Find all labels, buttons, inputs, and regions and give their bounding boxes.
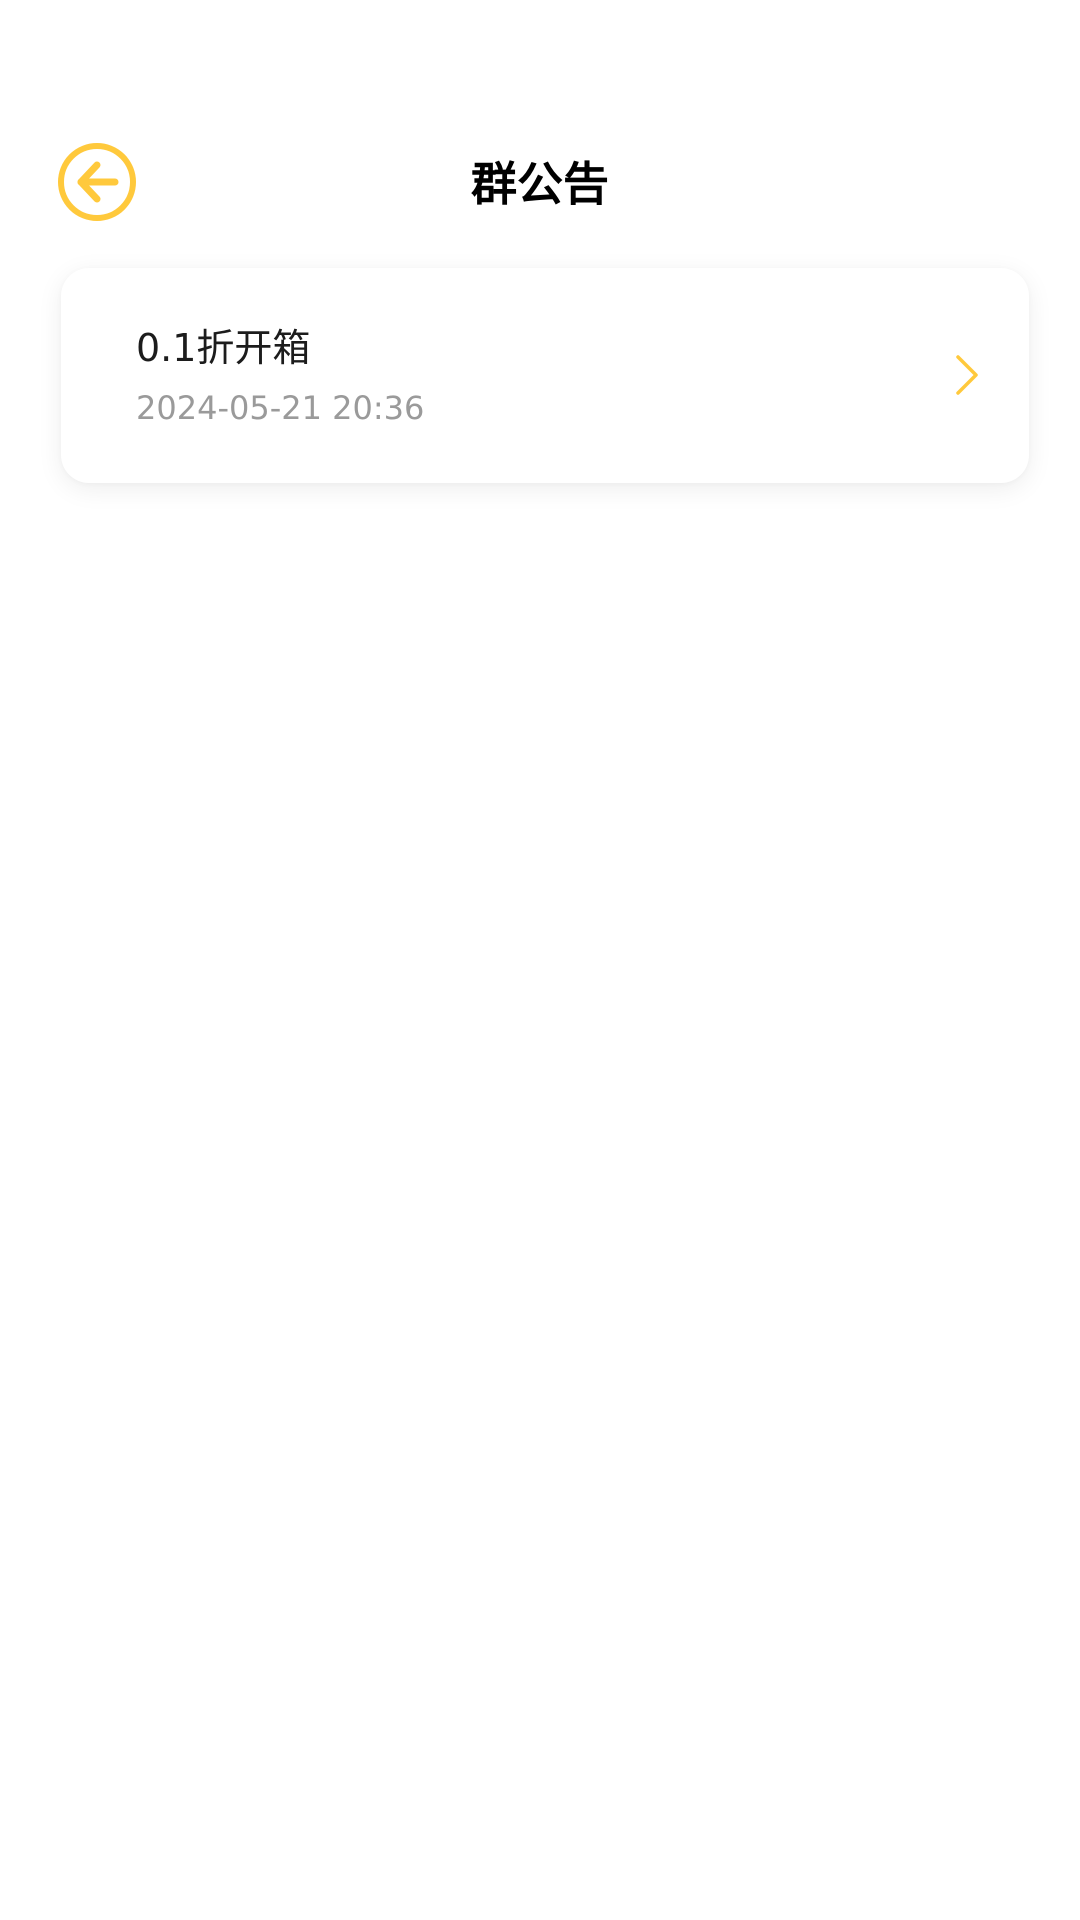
header: 群公告 [0,0,1080,260]
notice-item[interactable]: 0.1折开箱 2024-05-21 20:36 [61,268,1029,483]
notice-list: 0.1折开箱 2024-05-21 20:36 [61,268,1029,483]
notice-time: 2024-05-21 20:36 [136,389,425,427]
notice-title: 0.1折开箱 [136,326,311,370]
page-title: 群公告 [471,157,609,211]
chevron-right-icon [955,354,979,396]
